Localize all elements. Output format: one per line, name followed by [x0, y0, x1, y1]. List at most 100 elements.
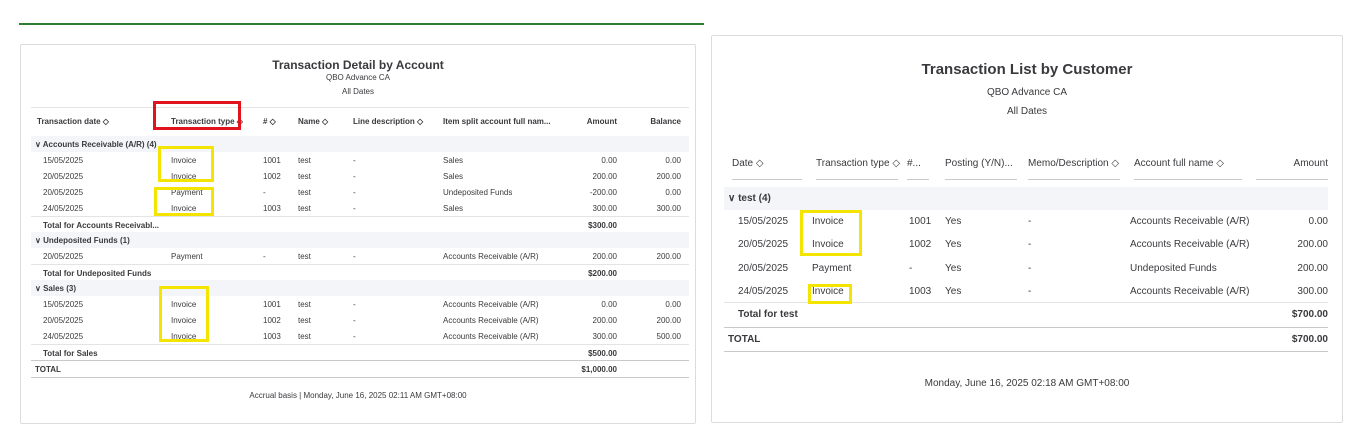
cell-amount: 300.00 [1297, 286, 1328, 297]
cell-balance: 200.00 [656, 252, 681, 261]
cell-amount: 200.00 [1297, 263, 1328, 274]
cell-number: 1001 [263, 156, 281, 165]
cell-name: test [298, 204, 311, 213]
cell-amount: 200.00 [592, 316, 617, 325]
cell-balance: 300.00 [656, 204, 681, 213]
cell-balance: 0.00 [665, 156, 681, 165]
column-header-posting[interactable]: Posting (Y/N)... [945, 158, 1017, 180]
table-row[interactable]: 20/05/2025 Invoice 1002 test - Accounts Recei… [31, 312, 689, 328]
column-header-amount[interactable]: Amount [575, 117, 617, 126]
cell-date: 20/05/2025 [43, 252, 84, 261]
group-total-row: Total for Accounts Receivabl... $300.00 [31, 216, 689, 233]
cell-date: 15/05/2025 [43, 300, 84, 309]
cell-line-description: - [353, 316, 356, 325]
cell-number: 1002 [263, 172, 281, 181]
company-name: QBO Advance CA [325, 73, 391, 82]
report-footer: Monday, June 16, 2025 02:18 AM GMT+08:00 [924, 378, 1130, 389]
transaction-detail-report: Transaction Detail by Account QBO Advanc… [20, 44, 696, 424]
cell-number: 1001 [909, 216, 932, 227]
column-header-name[interactable]: Name ◇ [298, 117, 328, 126]
cell-amount: 200.00 [1297, 239, 1328, 250]
table-row[interactable]: 24/05/2025 Invoice 1003 test - Accounts Recei… [31, 328, 689, 344]
cell-date: 24/05/2025 [738, 286, 789, 297]
group-row[interactable]: ∨ test (4) [724, 187, 1328, 210]
cell-posting: Yes [945, 216, 962, 227]
cell-date: 24/05/2025 [43, 204, 84, 213]
cell-posting: Yes [945, 286, 962, 297]
table-row[interactable]: 20/05/2025 Payment - test - Undeposited Funds… [31, 184, 689, 200]
group-total-row: Total for Undeposited Funds $200.00 [31, 264, 689, 281]
highlight-box-red [153, 101, 241, 130]
cell-line-description: - [353, 156, 356, 165]
cell-number: 1003 [909, 286, 932, 297]
cell-account-full-name: Accounts Receivable (A/R) [1130, 239, 1250, 250]
cell-date: 15/05/2025 [738, 216, 789, 227]
table-row[interactable]: 20/05/2025 Payment - test - Accounts Receivab… [31, 248, 689, 264]
cell-balance: 500.00 [656, 332, 681, 341]
group-label: ∨ Accounts Receivable (A/R) (4) [35, 140, 157, 149]
column-header-date[interactable]: Date ◇ [732, 158, 802, 180]
report-footer: Accrual basis | Monday, June 16, 2025 02… [249, 391, 467, 400]
cell-number: 1003 [263, 204, 281, 213]
column-header-line-description[interactable]: Line description ◇ [353, 117, 423, 126]
company-name: QBO Advance CA [986, 87, 1068, 98]
cell-memo-description: - [1028, 216, 1032, 227]
report-period: All Dates [1006, 106, 1047, 117]
group-total-row: Total for Sales $500.00 [31, 344, 689, 361]
column-header-number[interactable]: #... [907, 158, 929, 180]
cell-name: test [298, 300, 311, 309]
group-total-label: Total for Accounts Receivabl... [43, 221, 160, 230]
cell-date: 20/05/2025 [43, 188, 84, 197]
grand-total-row: TOTAL $1,000.00 [31, 360, 689, 378]
column-header-account-full-name[interactable]: Account full name ◇ [1134, 158, 1242, 180]
group-row[interactable]: ∨ Sales (3) [31, 280, 689, 296]
table-row[interactable]: 20/05/2025 Payment - Yes - Undeposited Funds 2… [724, 257, 1328, 280]
cell-name: test [298, 252, 311, 261]
group-label: ∨ Undeposited Funds (1) [35, 236, 130, 245]
column-header-balance[interactable]: Balance [639, 117, 681, 126]
cell-split-account: Sales [443, 156, 464, 165]
cell-line-description: - [353, 300, 356, 309]
group-total-label: Total for test [738, 309, 798, 320]
table-row[interactable]: 15/05/2025 Invoice 1001 test - Sales 0.00 0.00 [31, 152, 689, 168]
column-header-transaction-date[interactable]: Transaction date ◇ [37, 117, 109, 126]
highlight-box-yellow [808, 284, 852, 304]
cell-memo-description: - [1028, 239, 1032, 250]
cell-account-full-name: Accounts Receivable (A/R) [1130, 216, 1250, 227]
group-total-amount: $300.00 [588, 221, 617, 230]
cell-memo-description: - [1028, 263, 1032, 274]
grand-total-amount: $700.00 [1291, 334, 1328, 345]
group-row[interactable]: ∨ Accounts Receivable (A/R) (4) [31, 136, 689, 152]
report-title: Transaction List by Customer [921, 61, 1133, 78]
cell-date: 15/05/2025 [43, 156, 84, 165]
table-row[interactable]: 24/05/2025 Invoice 1003 test - Sales 300.00 300… [31, 200, 689, 216]
column-header-amount[interactable]: Amount [1256, 158, 1328, 180]
cell-split-account: Accounts Receivable (A/R) [443, 252, 539, 261]
grand-total-amount: $1,000.00 [581, 365, 617, 374]
cell-split-account: Accounts Receivable (A/R) [443, 332, 539, 341]
report-title: Transaction Detail by Account [272, 58, 444, 72]
group-total-amount: $700.00 [1291, 309, 1328, 320]
column-header-item-split-account[interactable]: Item split account full nam... [443, 117, 551, 126]
table-row[interactable]: 20/05/2025 Invoice 1002 test - Sales 200.00 200… [31, 168, 689, 184]
column-header-memo-description[interactable]: Memo/Description ◇ [1028, 158, 1120, 180]
grand-total-row: TOTAL $700.00 [724, 327, 1328, 352]
cell-name: test [298, 332, 311, 341]
column-header-transaction-type[interactable]: Transaction type ◇ [816, 158, 900, 180]
cell-line-description: - [353, 252, 356, 261]
group-total-label: Total for Undeposited Funds [43, 269, 152, 278]
highlight-box-yellow [158, 146, 214, 182]
group-total-amount: $200.00 [588, 269, 617, 278]
cell-name: test [298, 172, 311, 181]
cell-name: test [298, 316, 311, 325]
cell-balance: 0.00 [665, 300, 681, 309]
cell-split-account: Undeposited Funds [443, 188, 513, 197]
table-row[interactable]: 15/05/2025 Invoice 1001 test - Accounts Recei… [31, 296, 689, 312]
cell-amount: 300.00 [592, 204, 617, 213]
column-header-number[interactable]: # ◇ [263, 117, 276, 126]
cell-amount: 300.00 [592, 332, 617, 341]
cell-split-account: Sales [443, 172, 464, 181]
group-total-amount: $500.00 [588, 349, 617, 358]
cell-date: 20/05/2025 [43, 316, 84, 325]
group-row[interactable]: ∨ Undeposited Funds (1) [31, 232, 689, 248]
